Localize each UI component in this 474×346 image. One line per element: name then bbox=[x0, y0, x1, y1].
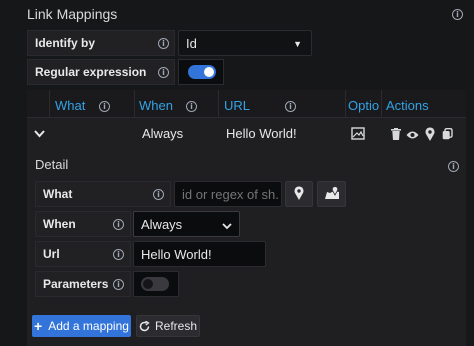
regex-info-icon[interactable]: i bbox=[158, 67, 169, 78]
header-divider bbox=[49, 90, 50, 118]
map-button[interactable] bbox=[317, 181, 346, 207]
refresh-icon bbox=[139, 320, 150, 332]
detail-when-info-icon[interactable]: i bbox=[113, 219, 124, 230]
column-header-options[interactable]: Optio bbox=[348, 98, 380, 113]
column-header-what[interactable]: What bbox=[55, 98, 85, 113]
header-divider bbox=[218, 90, 219, 118]
detail-url-info-icon[interactable]: i bbox=[113, 249, 124, 260]
regex-toggle[interactable] bbox=[188, 65, 216, 79]
pin-button[interactable] bbox=[285, 181, 313, 207]
detail-what-label: What bbox=[35, 181, 171, 207]
detail-when-select[interactable]: Always bbox=[133, 211, 240, 237]
when-header-info-icon[interactable]: i bbox=[186, 101, 197, 112]
delete-icon[interactable] bbox=[391, 128, 401, 143]
what-header-info-icon[interactable]: i bbox=[99, 101, 110, 112]
detail-what-info-icon[interactable]: i bbox=[153, 189, 164, 200]
options-image-icon[interactable] bbox=[351, 127, 365, 143]
detail-info-icon[interactable]: i bbox=[448, 161, 459, 172]
url-header-info-icon[interactable]: i bbox=[285, 101, 296, 112]
header-divider bbox=[134, 90, 135, 118]
detail-params-info-icon[interactable]: i bbox=[113, 279, 124, 290]
row-url-value: Hello World! bbox=[226, 126, 297, 141]
refresh-button[interactable]: Refresh bbox=[136, 315, 200, 337]
toggle-knob bbox=[204, 67, 214, 77]
identify-by-info-icon[interactable]: i bbox=[158, 38, 169, 49]
map-pin-icon bbox=[294, 185, 304, 203]
header-divider bbox=[345, 90, 346, 118]
add-mapping-button[interactable]: + Add a mapping bbox=[32, 315, 131, 337]
params-toggle[interactable] bbox=[141, 277, 169, 291]
row-when-value: Always bbox=[142, 126, 184, 141]
detail-title: Detail bbox=[35, 157, 69, 172]
plus-icon: + bbox=[34, 318, 43, 334]
map-pin-icon[interactable] bbox=[425, 127, 435, 144]
section-title: Link Mappings bbox=[27, 6, 118, 22]
chevron-down-icon bbox=[222, 218, 232, 233]
column-header-url[interactable]: URL bbox=[224, 98, 250, 113]
identify-by-label: Identify by bbox=[27, 30, 175, 56]
column-header-when[interactable]: When bbox=[139, 98, 173, 113]
section-info-icon[interactable]: i bbox=[452, 9, 463, 20]
toggle-knob bbox=[143, 279, 153, 289]
copy-icon[interactable] bbox=[442, 127, 453, 143]
column-header-actions: Actions bbox=[386, 98, 429, 113]
map-marker-icon bbox=[324, 185, 340, 203]
header-divider bbox=[381, 90, 382, 118]
regex-label: Regular expression bbox=[27, 59, 175, 85]
collapse-chevron-icon[interactable] bbox=[34, 127, 45, 141]
chevron-down-icon: ▼ bbox=[293, 39, 302, 49]
detail-url-input[interactable]: Hello World! bbox=[133, 241, 266, 267]
detail-what-input[interactable] bbox=[174, 181, 282, 207]
eye-icon[interactable] bbox=[406, 129, 419, 143]
identify-by-select[interactable]: Id ▼ bbox=[178, 30, 312, 56]
